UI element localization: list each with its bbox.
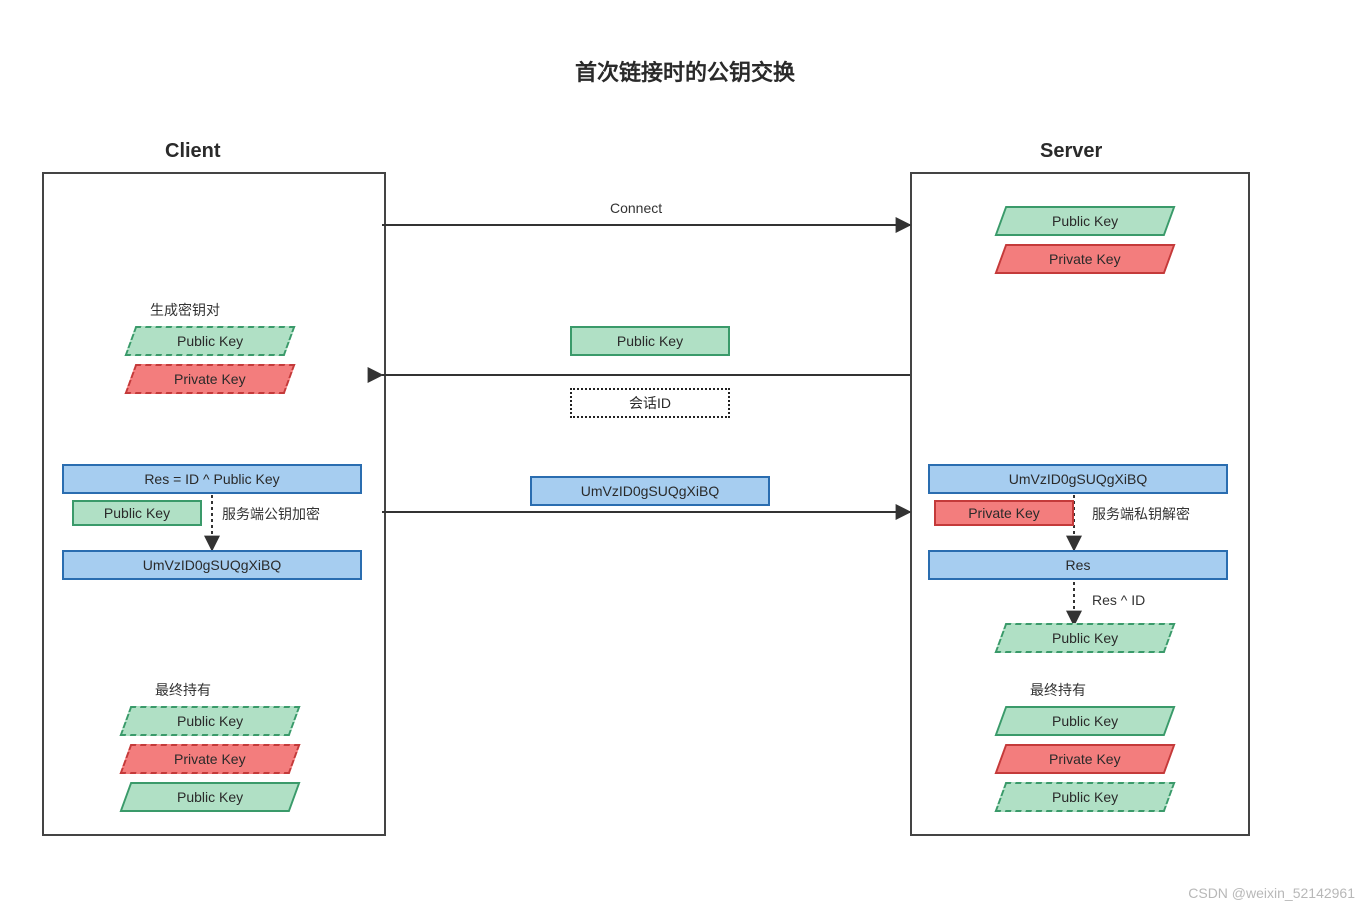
diagram-title: 首次链接时的公钥交换 [0,55,1370,87]
client-cipher: UmVzID0gSUQgXiBQ [62,550,362,580]
connect-label: Connect [610,200,662,216]
client-final-label: 最终持有 [155,680,211,700]
server-public-key: Public Key [995,206,1176,236]
server-final-priv: Private Key [995,744,1176,774]
session-id-box: 会话ID [570,388,730,418]
client-public-key: Public Key [125,326,296,356]
server-private-key: Private Key [995,244,1176,274]
client-final-priv: Private Key [120,744,301,774]
server-res: Res [928,550,1228,580]
watermark: CSDN @weixin_52142961 [1188,885,1355,901]
client-final-pub2: Public Key [120,782,301,812]
server-cipher: UmVzID0gSUQgXiBQ [928,464,1228,494]
server-final-label: 最终持有 [1030,680,1086,700]
client-private-key: Private Key [125,364,296,394]
client-enc-label: 服务端公钥加密 [222,504,320,524]
server-final-pub1: Public Key [995,706,1176,736]
diagram-canvas: 首次链接时的公钥交换 Client Server Connect Public … [0,0,1370,911]
server-dec-label: 服务端私钥解密 [1092,504,1190,524]
server-derived-pub: Public Key [995,623,1176,653]
server-final-pub2: Public Key [995,782,1176,812]
client-label: Client [165,140,221,163]
gen-pair-label: 生成密钥对 [150,300,220,320]
client-enc-pub: Public Key [72,500,202,526]
server-xor-label: Res ^ ID [1092,592,1145,608]
client-res-calc: Res = ID ^ Public Key [62,464,362,494]
server-dec-priv: Private Key [934,500,1074,526]
cipher-mid: UmVzID0gSUQgXiBQ [530,476,770,506]
arrow-public-key: Public Key [570,326,730,356]
server-label: Server [1040,140,1102,163]
client-final-pub1: Public Key [120,706,301,736]
